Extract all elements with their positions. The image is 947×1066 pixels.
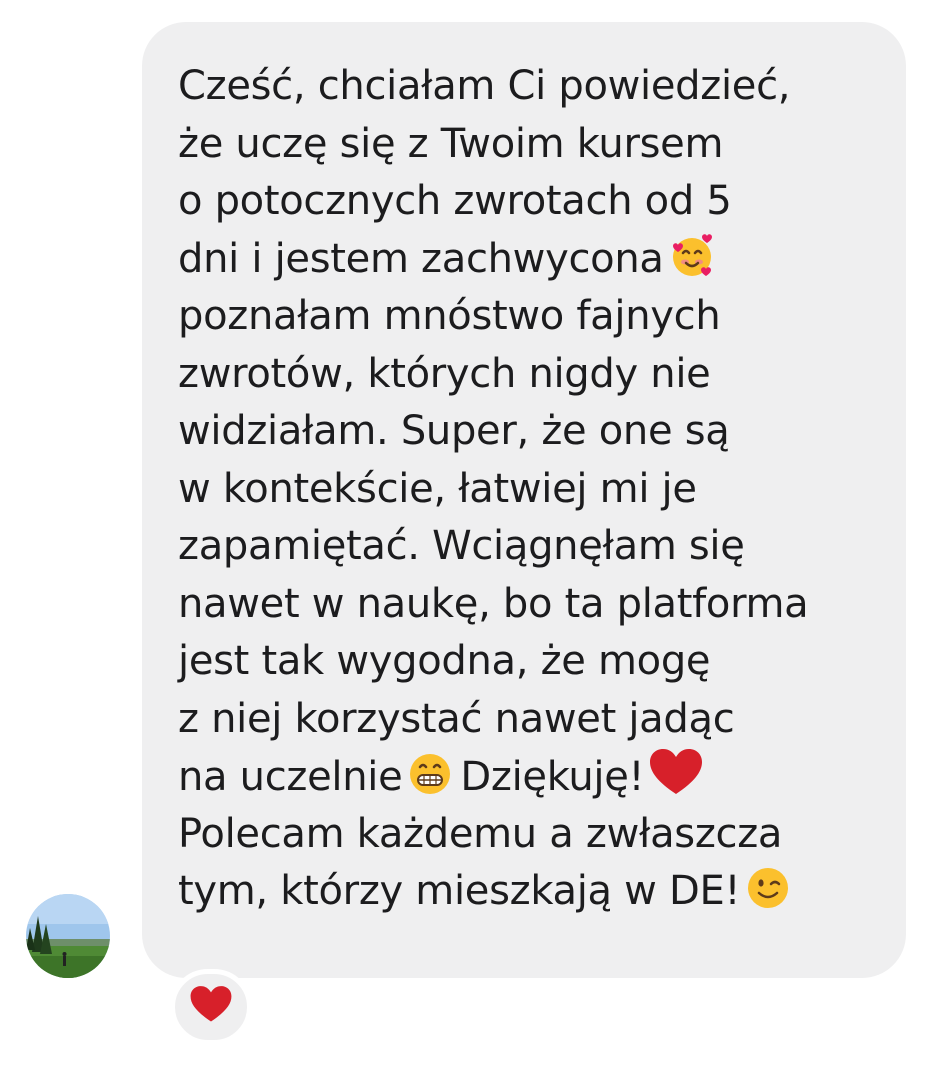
grinning-face-icon [406,750,454,815]
sender-avatar[interactable] [26,894,110,978]
avatar-photo [26,894,110,978]
message-line: z niej korzystać nawet jadąc [178,695,735,742]
message-line: poznałam mnóstwo fajnych [178,293,721,339]
message-line-text: dni i jestem zachwycona [178,235,664,282]
smiling-face-with-hearts-icon [668,232,716,297]
message-line: nawet w naukę, bo ta platforma [178,580,809,627]
message-line: że uczę się z Twoim kursem [178,120,724,167]
message-line: jest tak wygodna, że mogę [178,638,711,684]
message-line: na uczelnie Dziękuję! [178,748,886,806]
message-text: Cześć, chciałam Ci powiedzieć, że uczę s… [178,58,886,921]
winking-face-icon [744,864,792,929]
message-line: zwrotów, których nigdy nie [178,350,711,397]
message-reaction[interactable] [170,969,252,1045]
message-line: w kontekście, łatwiej mi je [178,465,697,512]
message-line: tym, którzy mieszkają w DE! [178,863,886,921]
red-heart-icon [648,748,704,815]
message-line-text: tym, którzy mieszkają w DE! [178,868,741,914]
message-line: dni i jestem zachwycona [178,231,886,289]
red-heart-icon [189,985,233,1029]
message-line: Polecam każdemu a zwłaszcza [178,810,783,857]
message-line: widziałam. Super, że one są [178,408,730,454]
message-line: zapamiętać. Wciągnęłam się [178,523,745,569]
message-line: o potocznych zwrotach od 5 [178,178,732,224]
message-bubble[interactable]: Cześć, chciałam Ci powiedzieć, że uczę s… [142,22,906,978]
message-line-text: Dziękuję! [460,754,645,800]
message-line-text: na uczelnie [178,754,403,800]
message-line: Cześć, chciałam Ci powiedzieć, [178,63,791,109]
